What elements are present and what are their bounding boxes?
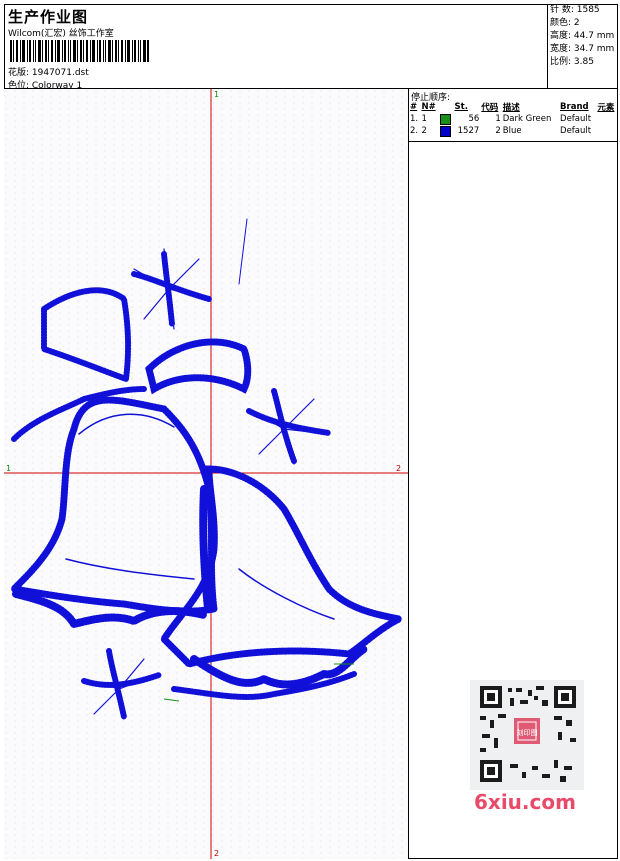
row-code: 2 [495,126,501,136]
col-brand: Brand [560,102,589,112]
row-stitches: 56 [468,114,480,124]
row-brand: Default [560,114,592,124]
watermark-brand: 6xiu.com [474,790,576,814]
header-left: 生产作业图 Wilcom(汇宏) 丝饰工作室 花版: 1947071.dst 色… [4,4,548,91]
row-description: Dark Green [502,114,552,124]
design-width: 宽度: 34.7 mm [550,44,615,54]
row-code: 1 [495,114,501,124]
table-row: 1. 1 56 1 Dark Green Default [409,113,618,125]
sheet-title: 生产作业图 [8,8,89,26]
table-row: 2. 2 1527 2 Blue Default [409,125,618,137]
stitch-count: 针 数: 1585 [550,5,600,15]
axis-top-label: 1 [214,90,219,99]
stop-sequence-panel: 停止顺序: # N# St. 代码 描述 Brand 元素 1. 1 56 1 … [409,89,618,142]
row-element [596,113,618,125]
col-description: 描述 [502,103,520,113]
col-needle: N# [421,102,436,112]
color-swatch-blue [439,125,451,137]
row-needle: 1 [421,114,427,124]
design-height: 高度: 44.7 mm [550,31,615,41]
axis-bottom-label: 2 [214,849,219,858]
col-element: 元素 [597,103,615,113]
row-stitches: 1527 [457,126,480,136]
row-index: 1. [410,114,419,124]
qr-code-icon: 刻印图 [470,680,584,790]
design-filename: 花版: 1947071.dst [8,68,89,78]
row-description: Blue [502,126,522,136]
axis-left-label: 1 [6,464,11,473]
barcode-icon [10,40,149,62]
qr-stamp-text: 刻印图 [517,728,538,737]
col-swatch [439,101,454,113]
row-index: 2. [410,126,419,136]
col-stitches: St. [454,102,468,112]
table-header-row: # N# St. 代码 描述 Brand 元素 [409,101,618,113]
row-swatch [439,113,454,125]
col-code: 代码 [481,103,499,113]
company-name: Wilcom(汇宏) 丝饰工作室 [8,29,114,39]
col-index: # [410,102,418,112]
color-swatch-green [439,113,451,125]
axis-right-label: 2 [396,464,401,473]
color-count: 颜色: 2 [550,18,580,28]
design-scale: 比例: 3.85 [550,57,594,67]
row-swatch [439,125,454,137]
row-needle: 2 [421,126,427,136]
stop-sequence-table: # N# St. 代码 描述 Brand 元素 1. 1 56 1 Dark G… [409,101,618,137]
row-brand: Default [560,126,592,136]
design-preview: 1 2 1 2 [4,89,409,859]
design-stats: 针 数: 1585 颜色: 2 高度: 44.7 mm 宽度: 34.7 mm … [547,4,618,88]
row-element [596,125,618,137]
embroidery-drawing: 1 2 1 2 [4,89,408,859]
